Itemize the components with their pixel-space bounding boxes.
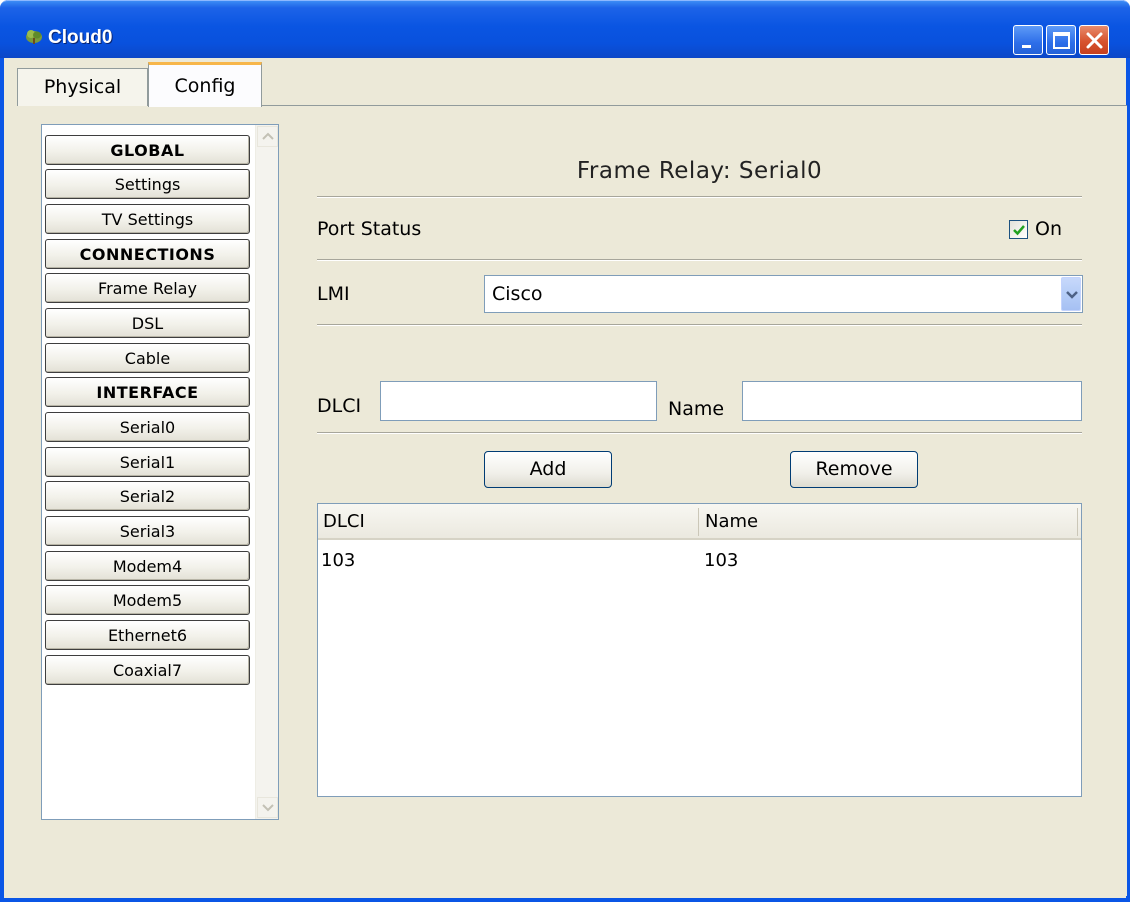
sidebar-item-serial1[interactable]: Serial1	[45, 447, 250, 477]
sidebar: GLOBAL Settings TV Settings CONNECTIONS …	[41, 124, 279, 820]
dlci-input[interactable]	[380, 381, 657, 421]
maximize-icon	[1053, 32, 1070, 49]
dlci-label: DLCI	[317, 395, 362, 417]
config-content: GLOBAL Settings TV Settings CONNECTIONS …	[17, 106, 1127, 896]
maximize-button[interactable]	[1046, 25, 1076, 55]
table-header: DLCI Name	[318, 504, 1081, 540]
lmi-label: LMI	[317, 283, 350, 305]
port-status-on-label[interactable]: On	[1035, 218, 1062, 240]
config-window: Cloud0 Physical Config GLOBAL Settings T…	[0, 0, 1130, 902]
sidebar-item-coaxial7[interactable]: Coaxial7	[45, 655, 250, 685]
table-cell-name: 103	[704, 550, 739, 571]
divider	[317, 324, 1082, 326]
sidebar-header-interface: INTERFACE	[45, 377, 250, 407]
sidebar-item-settings[interactable]: Settings	[45, 169, 250, 199]
sidebar-item-cable[interactable]: Cable	[45, 343, 250, 373]
tab-physical[interactable]: Physical	[17, 68, 148, 106]
name-input[interactable]	[742, 381, 1082, 421]
sidebar-item-modem5[interactable]: Modem5	[45, 585, 250, 615]
title-bar[interactable]: Cloud0	[0, 0, 1130, 58]
sidebar-item-modem4[interactable]: Modem4	[45, 551, 250, 581]
tab-bar: Physical Config	[17, 62, 1127, 107]
lmi-select-value: Cisco	[492, 283, 543, 305]
lmi-select[interactable]: Cisco	[484, 275, 1083, 313]
sidebar-item-serial3[interactable]: Serial3	[45, 516, 250, 546]
scroll-up-button[interactable]	[257, 126, 278, 147]
sidebar-item-ethernet6[interactable]: Ethernet6	[45, 620, 250, 650]
column-divider[interactable]	[1077, 508, 1078, 536]
minimize-icon	[1022, 45, 1031, 48]
sidebar-item-serial2[interactable]: Serial2	[45, 481, 250, 511]
column-header-name[interactable]: Name	[705, 511, 758, 532]
sidebar-item-dsl[interactable]: DSL	[45, 308, 250, 338]
sidebar-scrollbar[interactable]	[255, 125, 278, 819]
sidebar-item-tv-settings[interactable]: TV Settings	[45, 204, 250, 234]
minimize-button[interactable]	[1013, 25, 1043, 55]
close-button[interactable]	[1079, 25, 1109, 55]
remove-button[interactable]: Remove	[790, 451, 918, 488]
close-icon	[1086, 32, 1103, 49]
divider	[317, 196, 1082, 198]
name-label: Name	[668, 398, 725, 420]
sidebar-item-serial0[interactable]: Serial0	[45, 412, 250, 442]
dlci-table: DLCI Name 103 103	[317, 503, 1082, 797]
panel-title: Frame Relay: Serial0	[576, 158, 823, 184]
add-button[interactable]: Add	[484, 451, 612, 488]
cloud-icon	[24, 27, 44, 45]
scroll-down-button[interactable]	[257, 797, 278, 818]
chevron-down-icon	[1066, 291, 1078, 299]
lmi-dropdown-button[interactable]	[1061, 277, 1081, 311]
chevron-up-icon	[262, 132, 274, 140]
column-header-dlci[interactable]: DLCI	[323, 511, 365, 532]
window-title: Cloud0	[48, 27, 113, 48]
tab-config[interactable]: Config	[148, 62, 262, 107]
sidebar-header-global: GLOBAL	[45, 135, 250, 165]
port-status-label: Port Status	[317, 218, 422, 240]
table-cell-dlci: 103	[321, 550, 356, 571]
column-divider[interactable]	[698, 508, 699, 536]
port-status-checkbox[interactable]	[1009, 220, 1028, 239]
checkmark-icon	[1013, 225, 1025, 236]
divider	[317, 259, 1082, 261]
sidebar-item-frame-relay[interactable]: Frame Relay	[45, 273, 250, 303]
sidebar-header-connections: CONNECTIONS	[45, 239, 250, 269]
divider	[317, 432, 1082, 434]
chevron-down-icon	[262, 804, 274, 812]
